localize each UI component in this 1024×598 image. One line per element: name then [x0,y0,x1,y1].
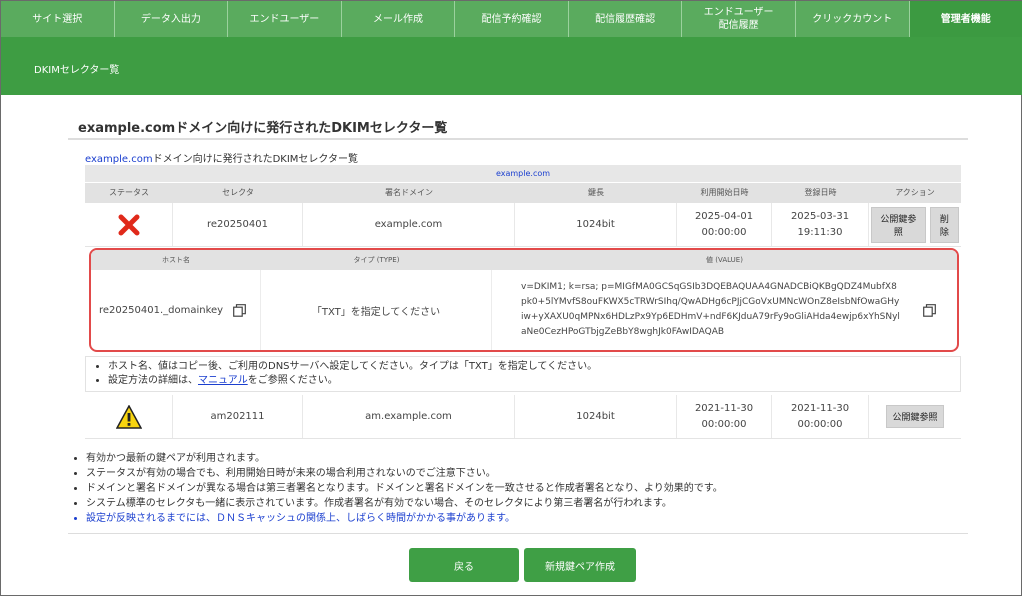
page-title: example.comドメイン向けに発行されたDKIMセレクター覧 [78,121,448,136]
delete-button[interactable]: 削除 [929,206,959,243]
dns-type-cell: 「TXT」を指定してください [261,270,492,350]
create-new-keypair-button[interactable]: 新規鍵ペア作成 [524,548,636,582]
col-header-start-date: 利用開始日時 [700,188,749,197]
table-domain-header: example.com [85,165,961,182]
table-row: am202111 am.example.com 1024bit 2021-11-… [85,395,961,439]
key-length-cell: 1024bit [515,203,677,246]
nav-tab-end-user-history[interactable]: エンドユーザー 配信履歴 [682,1,796,37]
view-public-key-button[interactable]: 公開鍵参照 [886,405,944,428]
selector-cell: re20250401 [173,203,303,246]
divider [68,138,968,140]
dns-col-value: 値 (VALUE) [706,256,743,264]
general-notes: 有効かつ最新の鍵ペアが利用されます。 ステータスが有効の場合でも、利用開始日時が… [74,451,723,526]
nav-tab-history-check[interactable]: 配信履歴確認 [569,1,683,37]
dns-type-text: 「TXT」を指定してください [311,306,441,318]
nav-tab-data-io[interactable]: データ入出力 [115,1,229,37]
table-row: re20250401 example.com 1024bit 2025-04-0… [85,203,961,247]
status-cell [85,203,173,246]
col-header-registered-date: 登録日時 [804,188,837,197]
signing-domain-cell: am.example.com [303,395,515,438]
dns-host-cell: re20250401._domainkey [91,270,261,350]
dns-header-row: ホスト名 タイプ (TYPE) 値 (VALUE) [91,250,957,270]
nav-tab-click-count[interactable]: クリックカウント [796,1,910,37]
dns-record-row: re20250401._domainkey 「TXT」を指定してください v=D… [91,270,957,350]
main-nav: サイト選択 データ入出力 エンドユーザー メール作成 配信予約確認 配信履歴確認… [1,1,1023,37]
status-cell [85,395,173,438]
red-x-icon [118,214,139,235]
nav-tab-end-user[interactable]: エンドユーザー [228,1,342,37]
warning-icon [115,404,142,429]
nav-tab-schedule-check[interactable]: 配信予約確認 [455,1,569,37]
signing-domain-cell: example.com [303,203,515,246]
registered-date-cell: 2025-03-31 19:11:30 [772,203,869,246]
dns-note-item: 設定方法の詳細は、マニュアルをご参照ください。 [108,374,960,388]
dns-note-item: ホスト名、値はコピー後、ご利用のDNSサーバへ設定してください。タイプは「TXT… [108,360,960,374]
dns-value-cell: v=DKIM1; k=rsa; p=MIGfMA0GCSqGSIb3DQEBAQ… [492,270,957,350]
col-header-key-length: 鍵長 [588,188,604,197]
nav-tab-site-select[interactable]: サイト選択 [1,1,115,37]
table-header-row: ステータス セレクタ 署名ドメイン 鍵長 利用開始日時 登録日時 アクション [85,182,961,203]
caption-text: ドメイン向けに発行されたDKIMセレクター覧 [152,154,359,165]
divider [68,533,968,534]
view-public-key-button[interactable]: 公開鍵参照 [871,206,926,243]
dns-value-text[interactable]: v=DKIM1; k=rsa; p=MIGfMA0GCSqGSIb3DQEBAQ… [492,280,901,340]
dns-host-text[interactable]: re20250401._domainkey [91,305,223,316]
action-cell: 公開鍵参照 削除 [869,203,961,246]
selector-table-cont: am202111 am.example.com 1024bit 2021-11-… [85,395,961,439]
caption-domain: example.com [85,154,153,165]
start-date-cell: 2025-04-01 00:00:00 [677,203,772,246]
note-item: ステータスが有効の場合でも、利用開始日時が未来の場合利用されないのでご注意下さい… [86,466,723,481]
col-header-status: ステータス [109,188,149,197]
start-date-cell: 2021-11-30 00:00:00 [677,395,772,438]
dns-col-host: ホスト名 [162,256,190,264]
note-item: ドメインと署名ドメインが異なる場合は第三者署名となります。ドメインと署名ドメイン… [86,481,723,496]
selector-cell: am202111 [173,395,303,438]
note-item-highlight: 設定が反映されるまでには、ＤＮＳキャッシュの関係上、しばらく時間がかかる事があり… [86,511,723,526]
dns-record-box: ホスト名 タイプ (TYPE) 値 (VALUE) re20250401._do… [89,248,959,352]
note-item: 有効かつ最新の鍵ペアが利用されます。 [86,451,723,466]
nav-tab-admin[interactable]: 管理者機能 [909,1,1023,37]
key-length-cell: 1024bit [515,395,677,438]
sub-header-title: DKIMセレクター覧 [34,65,120,76]
copy-value-icon[interactable] [923,303,936,317]
back-button[interactable]: 戻る [409,548,519,582]
col-header-signing-domain: 署名ドメイン [385,188,433,197]
registered-date-cell: 2021-11-30 00:00:00 [772,395,869,438]
col-header-selector: セレクタ [222,188,254,197]
selector-table: example.com ステータス セレクタ 署名ドメイン 鍵長 利用開始日時 … [85,165,961,247]
note-item: システム標準のセレクタも一緒に表示されています。作成者署名が有効でない場合、その… [86,496,723,511]
nav-tab-mail-create[interactable]: メール作成 [342,1,456,37]
manual-link[interactable]: マニュアル [198,375,248,386]
table-caption: example.comドメイン向けに発行されたDKIMセレクター覧 [85,150,358,165]
dns-notes: ホスト名、値はコピー後、ご利用のDNSサーバへ設定してください。タイプは「TXT… [85,356,961,392]
action-cell: 公開鍵参照 [869,395,961,438]
col-header-action: アクション [895,188,935,197]
copy-host-icon[interactable] [233,303,246,317]
sub-header: DKIMセレクター覧 [1,37,1022,95]
dns-col-type: タイプ (TYPE) [353,256,400,264]
